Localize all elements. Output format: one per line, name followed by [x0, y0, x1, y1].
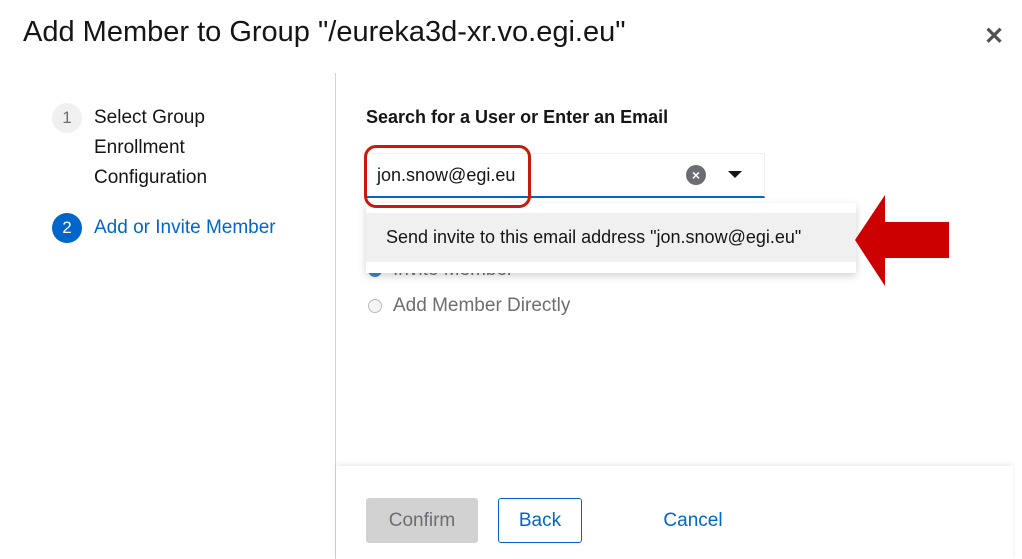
- back-button[interactable]: Back: [498, 498, 582, 543]
- wizard-step-1[interactable]: 1 Select Group Enrollment Configuration: [52, 103, 207, 193]
- step-label: Select Group Enrollment Configuration: [94, 103, 207, 193]
- modal-title: Add Member to Group "/eureka3d-xr.vo.egi…: [23, 16, 626, 48]
- annotation-highlight-box: [364, 145, 531, 208]
- clear-icon[interactable]: ×: [686, 165, 706, 185]
- wizard-step-2[interactable]: 2 Add or Invite Member: [52, 213, 276, 243]
- step-label: Add or Invite Member: [94, 217, 276, 238]
- confirm-button[interactable]: Confirm: [366, 498, 478, 543]
- dropdown-menu: Send invite to this email address "jon.s…: [366, 203, 856, 273]
- send-invite-option[interactable]: Send invite to this email address "jon.s…: [366, 213, 856, 262]
- cancel-button[interactable]: Cancel: [648, 498, 738, 543]
- radio-add-member-directly[interactable]: Add Member Directly: [368, 295, 570, 317]
- step-label-line: Select Group: [94, 107, 205, 128]
- close-icon[interactable]: ✕: [984, 22, 1004, 51]
- radio-label: Add Member Directly: [393, 295, 571, 316]
- step-label-line: Enrollment: [94, 137, 185, 158]
- step-label-line: Configuration: [94, 167, 208, 188]
- radio-button[interactable]: [368, 299, 382, 313]
- step-number: 2: [52, 213, 82, 243]
- annotation-arrow-icon: [855, 195, 949, 286]
- caret-down-icon[interactable]: [728, 171, 742, 178]
- step-number: 1: [52, 103, 82, 133]
- search-heading: Search for a User or Enter an Email: [366, 107, 669, 127]
